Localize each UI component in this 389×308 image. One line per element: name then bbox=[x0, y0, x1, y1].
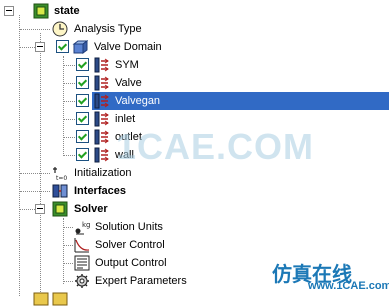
visibility-checkbox[interactable] bbox=[56, 40, 69, 53]
gear-icon bbox=[75, 274, 89, 288]
tree-guide-line bbox=[20, 29, 50, 30]
tree-row-initialization[interactable]: t=0 Initialization bbox=[0, 164, 389, 182]
boundary-icon bbox=[94, 57, 109, 73]
clock-icon bbox=[52, 21, 68, 37]
tree-row-boundary-selected[interactable]: Valvegan bbox=[0, 92, 389, 110]
tree-guide-line bbox=[20, 209, 35, 210]
tree-guide-line bbox=[63, 83, 75, 84]
svg-text:kg: kg bbox=[82, 221, 90, 229]
tree-item-label: Valve bbox=[115, 77, 142, 89]
boundary-icon bbox=[94, 111, 109, 127]
tree-row-partial bbox=[0, 290, 389, 308]
collapse-toggle[interactable] bbox=[4, 6, 14, 16]
tree-row-boundary[interactable]: Valve bbox=[0, 74, 389, 92]
tree-row-output-control[interactable]: Output Control bbox=[0, 254, 389, 272]
cube-icon bbox=[33, 3, 49, 19]
tree-item-label: outlet bbox=[115, 131, 142, 143]
svg-text:t=0: t=0 bbox=[56, 175, 67, 181]
tree-row-boundary[interactable]: SYM bbox=[0, 56, 389, 74]
boundary-icon bbox=[94, 93, 109, 109]
tree-item-label: SYM bbox=[115, 59, 139, 71]
tree-item-label: state bbox=[54, 5, 80, 17]
tree-guide-line bbox=[63, 65, 75, 66]
tree-row-solution-units[interactable]: kg Solution Units bbox=[0, 218, 389, 236]
tree-row-analysis-type[interactable]: Analysis Type bbox=[0, 20, 389, 38]
solver-control-icon bbox=[74, 238, 90, 253]
tree-row-solver[interactable]: Solver bbox=[0, 200, 389, 218]
tree-row-expert-parameters[interactable]: Expert Parameters bbox=[0, 272, 389, 290]
tree-guide-line bbox=[20, 47, 35, 48]
visibility-checkbox[interactable] bbox=[76, 94, 89, 107]
tree-guide-line bbox=[63, 137, 75, 138]
tree-row-solver-control[interactable]: Solver Control bbox=[0, 236, 389, 254]
tree-item-label: Expert Parameters bbox=[95, 275, 187, 287]
collapse-toggle[interactable] bbox=[35, 204, 45, 214]
tree-item-label: wall bbox=[115, 149, 134, 161]
visibility-checkbox[interactable] bbox=[76, 76, 89, 89]
folder-icon bbox=[52, 292, 68, 306]
tree-guide-line bbox=[20, 173, 50, 174]
tree-row-state[interactable]: state bbox=[0, 2, 389, 20]
output-control-icon bbox=[74, 255, 90, 271]
tree-row-boundary[interactable]: wall bbox=[0, 146, 389, 164]
visibility-checkbox[interactable] bbox=[76, 112, 89, 125]
collapse-toggle[interactable] bbox=[35, 42, 45, 52]
tree-item-label: Solver Control bbox=[95, 239, 165, 251]
tree-guide-line bbox=[63, 245, 73, 246]
tree-guide-line bbox=[63, 155, 75, 156]
tree-guide-line bbox=[63, 281, 73, 282]
interfaces-icon bbox=[52, 184, 68, 198]
tree-row-boundary[interactable]: outlet bbox=[0, 128, 389, 146]
tree-item-label: Solution Units bbox=[95, 221, 163, 233]
tree-item-label: Output Control bbox=[95, 257, 167, 269]
visibility-checkbox[interactable] bbox=[76, 148, 89, 161]
cube-icon bbox=[52, 201, 68, 217]
domain-icon bbox=[72, 40, 88, 54]
tree-item-label: Valve Domain bbox=[94, 41, 162, 53]
tree-item-label: Interfaces bbox=[74, 185, 126, 197]
tree-item-label: Initialization bbox=[74, 167, 132, 179]
boundary-icon bbox=[94, 75, 109, 91]
tree-item-label: Solver bbox=[74, 203, 108, 215]
tree-row-interfaces[interactable]: Interfaces bbox=[0, 182, 389, 200]
folder-icon bbox=[33, 292, 49, 306]
project-tree: state Analysis Type Valve Domain SYM Val… bbox=[0, 0, 389, 306]
visibility-checkbox[interactable] bbox=[76, 58, 89, 71]
tree-guide-line bbox=[63, 227, 73, 228]
tree-row-valve-domain[interactable]: Valve Domain bbox=[0, 38, 389, 56]
tree-guide-line bbox=[63, 263, 73, 264]
solution-units-icon: kg bbox=[75, 221, 90, 235]
boundary-icon bbox=[94, 147, 109, 163]
visibility-checkbox[interactable] bbox=[76, 130, 89, 143]
tree-row-boundary[interactable]: inlet bbox=[0, 110, 389, 128]
tree-guide-line bbox=[63, 101, 75, 102]
tree-item-label: Analysis Type bbox=[74, 23, 142, 35]
tree-guide-line bbox=[20, 191, 50, 192]
tree-item-label: Valvegan bbox=[113, 93, 163, 109]
tree-guide-line bbox=[63, 119, 75, 120]
boundary-icon bbox=[94, 129, 109, 145]
initialization-icon: t=0 bbox=[53, 167, 67, 181]
tree-item-label: inlet bbox=[115, 113, 136, 125]
